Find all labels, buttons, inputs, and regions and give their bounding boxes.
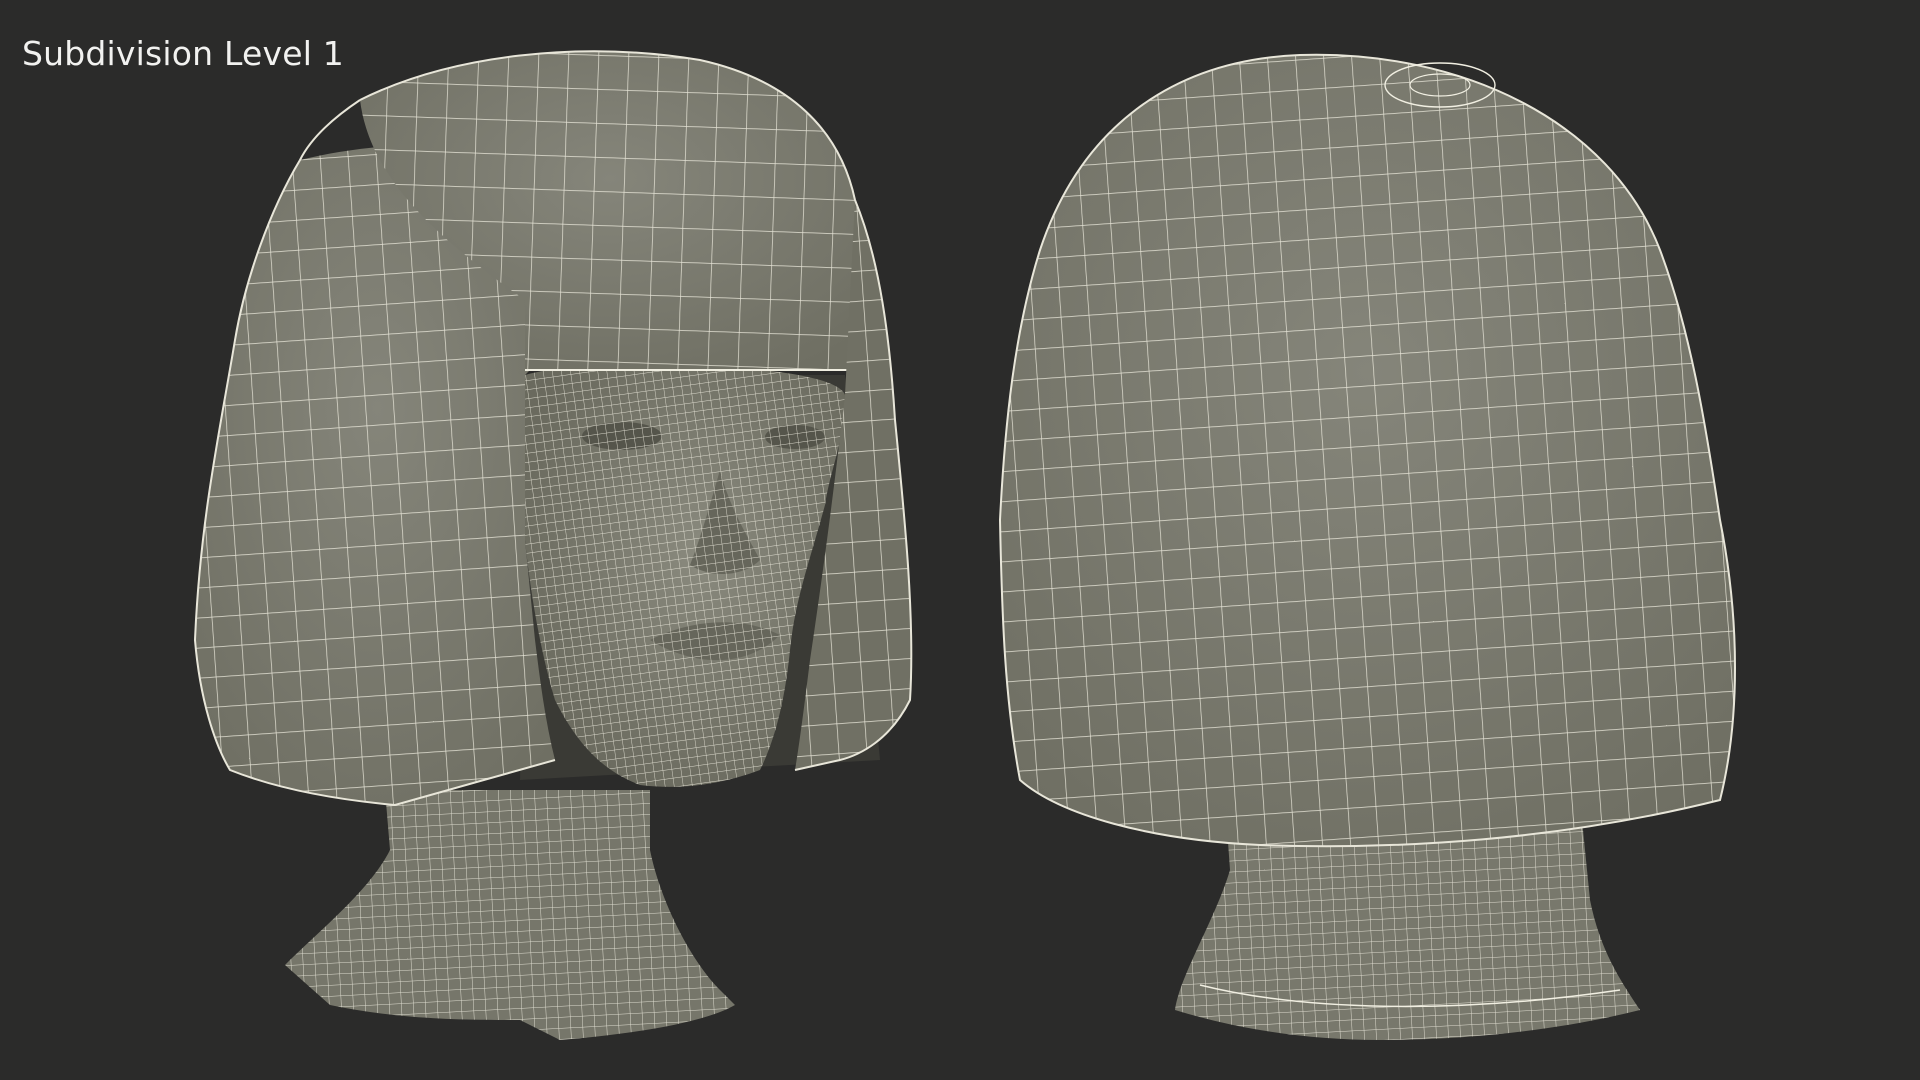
render-viewport: Subdivision Level 1 (0, 0, 1920, 1080)
back-hair-dome (998, 53, 1736, 848)
back-view-model (998, 53, 1736, 1040)
front-view-model (193, 50, 913, 1040)
front-neck-mesh (285, 790, 735, 1040)
wireframe-render (193, 50, 1736, 1040)
